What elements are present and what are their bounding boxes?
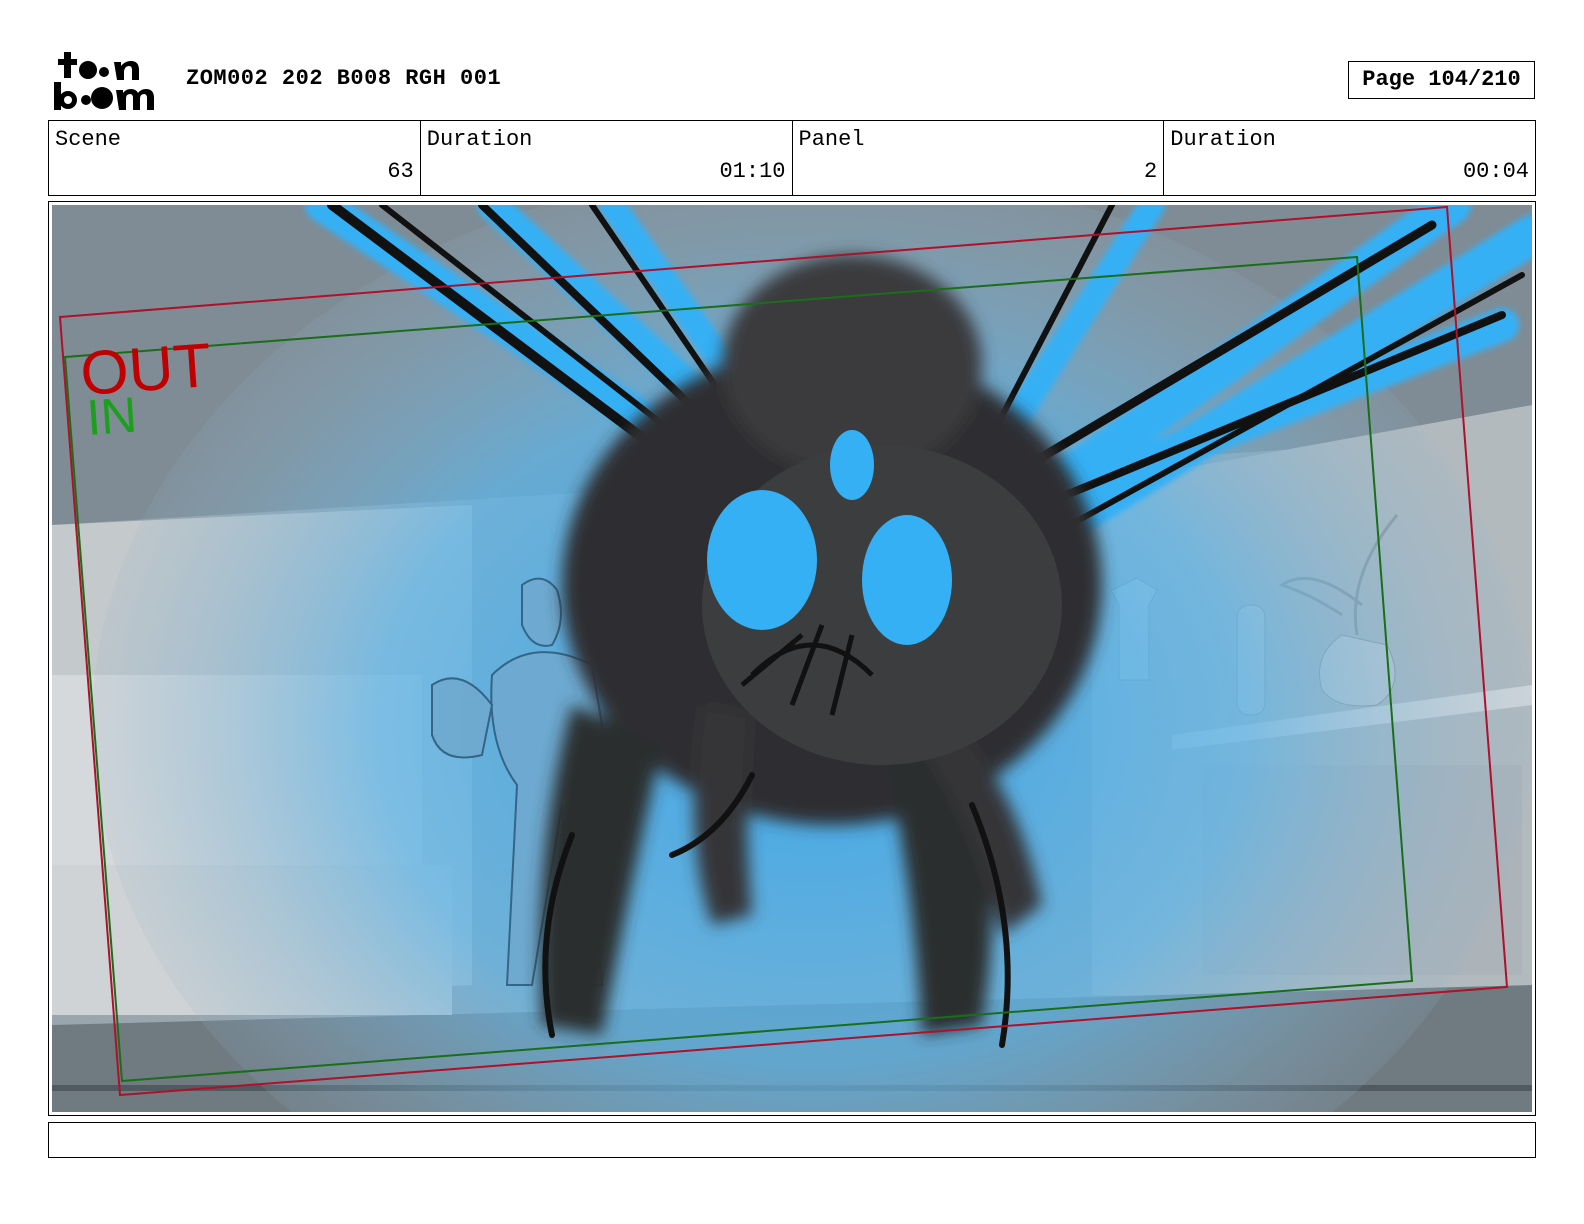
camera-in-label: IN bbox=[85, 387, 139, 446]
panel-duration-value: 00:04 bbox=[1462, 159, 1529, 184]
panel-drawing: OUT IN bbox=[52, 205, 1532, 1112]
panel-label: Panel bbox=[798, 127, 865, 152]
scene-duration-label: Duration bbox=[426, 127, 533, 152]
right-eye bbox=[862, 515, 952, 645]
storyboard-panel-image: OUT IN bbox=[52, 205, 1532, 1112]
scene-duration-value: 01:10 bbox=[719, 159, 786, 184]
scene-duration-cell: Duration 01:10 bbox=[421, 121, 793, 195]
panel-notes bbox=[48, 1122, 1536, 1158]
production-title: ZOM002 202 B008 RGH 001 bbox=[186, 66, 502, 91]
scene-value: 63 bbox=[387, 159, 414, 184]
scene-cell: Scene 63 bbox=[49, 121, 421, 195]
scene-label: Scene bbox=[55, 127, 122, 152]
panel-duration-label: Duration bbox=[1170, 127, 1276, 152]
panel-cell: Panel 2 bbox=[793, 121, 1165, 195]
panel-duration-cell: Duration 00:04 bbox=[1164, 121, 1535, 195]
toonboom-logo: toonboom bbox=[54, 52, 154, 110]
page-number: Page 104/210 bbox=[1348, 61, 1535, 99]
left-eye bbox=[707, 490, 817, 630]
scene-info-table: Scene 63 Duration 01:10 Panel 2 Duration… bbox=[48, 120, 1536, 196]
panel-value: 2 bbox=[1144, 159, 1158, 184]
